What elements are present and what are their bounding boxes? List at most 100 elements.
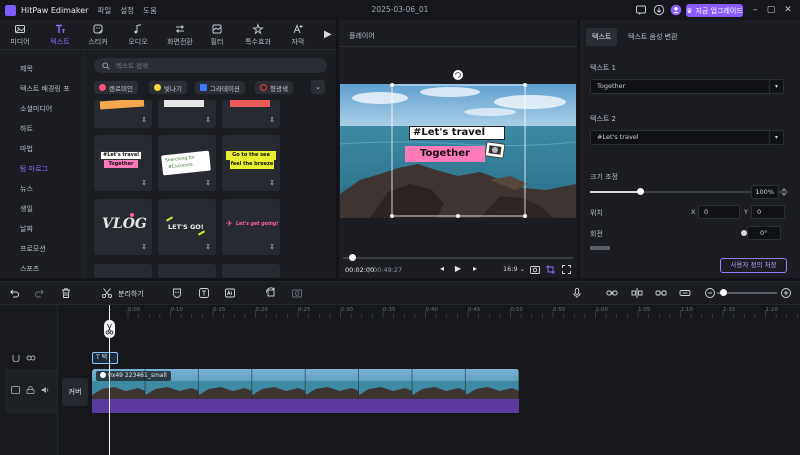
chevron-down-icon[interactable]: ▾ bbox=[769, 79, 783, 94]
rotate-icon[interactable] bbox=[265, 287, 277, 299]
chevron-down-icon[interactable]: ⌄ bbox=[311, 80, 325, 94]
split-label[interactable]: 분리하기 bbox=[118, 289, 144, 299]
template-tile-vlog[interactable]: VLOG ⇩ bbox=[94, 199, 152, 255]
category-item[interactable]: 프로모션 bbox=[20, 244, 46, 254]
category-item[interactable]: 소셜미디어 bbox=[20, 104, 52, 114]
template-tile[interactable] bbox=[94, 264, 152, 278]
category-item[interactable]: 생일 bbox=[20, 204, 33, 214]
download-icon[interactable]: ⇩ bbox=[268, 243, 276, 251]
text1-field[interactable]: Together ▾ bbox=[590, 79, 784, 94]
download-icon[interactable]: ⇩ bbox=[268, 179, 276, 187]
previous-frame-icon[interactable]: ◂ bbox=[437, 264, 447, 274]
category-item[interactable]: 스포츠 bbox=[20, 264, 39, 274]
rotate-field[interactable]: 0° bbox=[747, 226, 781, 240]
download-icon[interactable]: ⇩ bbox=[204, 243, 212, 251]
chip-shine[interactable]: 빛나기 bbox=[149, 81, 187, 94]
category-item-active[interactable]: 탐 마로그 bbox=[20, 164, 48, 174]
category-item[interactable]: 텍스트 배경링 포 bbox=[20, 84, 70, 94]
split-track-icon[interactable] bbox=[655, 287, 667, 299]
playhead-handle[interactable] bbox=[104, 320, 115, 338]
chip-gradient[interactable]: 그라데이션 bbox=[195, 81, 245, 94]
magnet-icon[interactable] bbox=[11, 354, 21, 362]
category-item[interactable]: 뉴스 bbox=[20, 184, 33, 194]
tab-filter[interactable]: 필터 bbox=[199, 23, 235, 49]
template-tile-lets-go[interactable]: LET'S GO! ⇩ bbox=[158, 199, 216, 255]
template-tile[interactable]: ⇩ bbox=[158, 100, 216, 128]
template-tile[interactable]: ⇩ bbox=[222, 100, 280, 128]
link-icon[interactable] bbox=[606, 287, 618, 299]
delete-icon[interactable] bbox=[60, 287, 72, 299]
chip-romantic[interactable]: 렌로미인 bbox=[94, 81, 138, 94]
download-icon[interactable]: ⇩ bbox=[140, 116, 148, 124]
tab-media[interactable]: 미디어 bbox=[2, 23, 38, 49]
template-tile[interactable] bbox=[222, 264, 280, 278]
category-item[interactable]: 제목 bbox=[20, 64, 33, 74]
download-icon[interactable]: ⇩ bbox=[268, 116, 276, 124]
search-input[interactable] bbox=[116, 61, 316, 70]
category-item[interactable]: 하트 bbox=[20, 124, 33, 134]
aspect-ratio-select[interactable]: 16:9 ⌄ bbox=[503, 265, 525, 273]
undo-icon[interactable] bbox=[8, 287, 20, 299]
download-icon[interactable]: ⇩ bbox=[140, 179, 148, 187]
cover-button[interactable]: 커버 bbox=[62, 378, 88, 406]
category-item[interactable]: 마법 bbox=[20, 144, 33, 154]
zoom-in-icon[interactable] bbox=[780, 287, 792, 299]
menu-help[interactable]: 도움 bbox=[143, 5, 157, 16]
download-icon[interactable]: ⇩ bbox=[204, 116, 212, 124]
y-position-field[interactable]: 0 bbox=[751, 205, 785, 219]
chevron-down-icon[interactable]: ▾ bbox=[769, 130, 783, 145]
account-icon[interactable] bbox=[670, 4, 682, 16]
tab-effects[interactable]: 특수효과 bbox=[240, 23, 276, 49]
tab-audio[interactable]: 오디오 bbox=[120, 23, 156, 49]
template-tile-lets-travel[interactable]: #Let's travel Together ⇩ bbox=[94, 135, 152, 191]
snap-icon[interactable] bbox=[631, 287, 643, 299]
size-slider-handle[interactable] bbox=[636, 188, 644, 195]
next-frame-icon[interactable]: ▸ bbox=[470, 264, 480, 274]
auto-caption-icon[interactable] bbox=[224, 287, 236, 299]
download-icon[interactable]: ⇩ bbox=[204, 179, 212, 187]
minimize-icon[interactable]: – bbox=[748, 3, 762, 17]
scissors-icon[interactable] bbox=[101, 287, 113, 299]
x-position-field[interactable]: 0 bbox=[698, 205, 740, 219]
link-track-icon[interactable] bbox=[26, 354, 36, 362]
play-icon[interactable]: ▶ bbox=[453, 264, 463, 274]
scrubber-handle[interactable] bbox=[348, 254, 356, 261]
size-stepper-icon[interactable] bbox=[781, 187, 787, 197]
freeze-frame-icon[interactable] bbox=[291, 287, 303, 299]
tab-subtitle[interactable]: 자막 bbox=[280, 23, 316, 49]
save-custom-button[interactable]: 사용자 정의 저장 bbox=[720, 258, 787, 273]
crop-icon[interactable] bbox=[546, 265, 555, 274]
category-item[interactable]: 날짜 bbox=[20, 224, 33, 234]
tab-sticker[interactable]: 스티커 bbox=[80, 23, 116, 49]
tab-text[interactable]: 텍스트 bbox=[42, 23, 78, 49]
tab-text-properties[interactable]: 텍스트 bbox=[586, 28, 618, 46]
add-text-icon[interactable] bbox=[198, 287, 210, 299]
redo-icon[interactable] bbox=[34, 287, 46, 299]
zoom-out-icon[interactable] bbox=[704, 287, 716, 299]
template-tile-coconuts[interactable]: Searching for #Coconuts ⇩ bbox=[158, 135, 216, 191]
size-value-field[interactable]: 100% bbox=[751, 185, 779, 199]
download-icon[interactable] bbox=[653, 4, 665, 16]
close-icon[interactable]: ✕ bbox=[781, 3, 795, 17]
text2-field[interactable]: #Let's travel ▾ bbox=[590, 130, 784, 145]
maximize-icon[interactable]: ▢ bbox=[764, 3, 778, 17]
template-tile[interactable]: ⇩ bbox=[94, 100, 152, 128]
download-icon[interactable]: ⇩ bbox=[140, 243, 148, 251]
snapshot-icon[interactable] bbox=[530, 265, 540, 274]
playback-scrubber[interactable] bbox=[343, 257, 573, 259]
menu-settings[interactable]: 설정 bbox=[120, 5, 134, 16]
mask-icon[interactable] bbox=[171, 287, 183, 299]
zoom-slider-handle[interactable] bbox=[720, 289, 727, 296]
fullscreen-icon[interactable] bbox=[562, 265, 571, 274]
template-tile-lets-get-going[interactable]: ✈ Let's get going! ⇩ bbox=[222, 199, 280, 255]
microphone-icon[interactable] bbox=[571, 287, 583, 299]
volume-icon[interactable] bbox=[41, 386, 50, 394]
chip-neon[interactable]: 형광색 bbox=[255, 81, 293, 94]
audio-waveform-track[interactable] bbox=[92, 399, 519, 413]
template-tile-sea[interactable]: Go to the sea feel the breeze ⇩ bbox=[222, 135, 280, 191]
selection-box[interactable] bbox=[385, 70, 531, 222]
template-tile[interactable] bbox=[158, 264, 216, 278]
menu-file[interactable]: 파일 bbox=[97, 5, 111, 16]
fit-timeline-icon[interactable] bbox=[679, 287, 691, 299]
feedback-icon[interactable] bbox=[635, 4, 647, 16]
